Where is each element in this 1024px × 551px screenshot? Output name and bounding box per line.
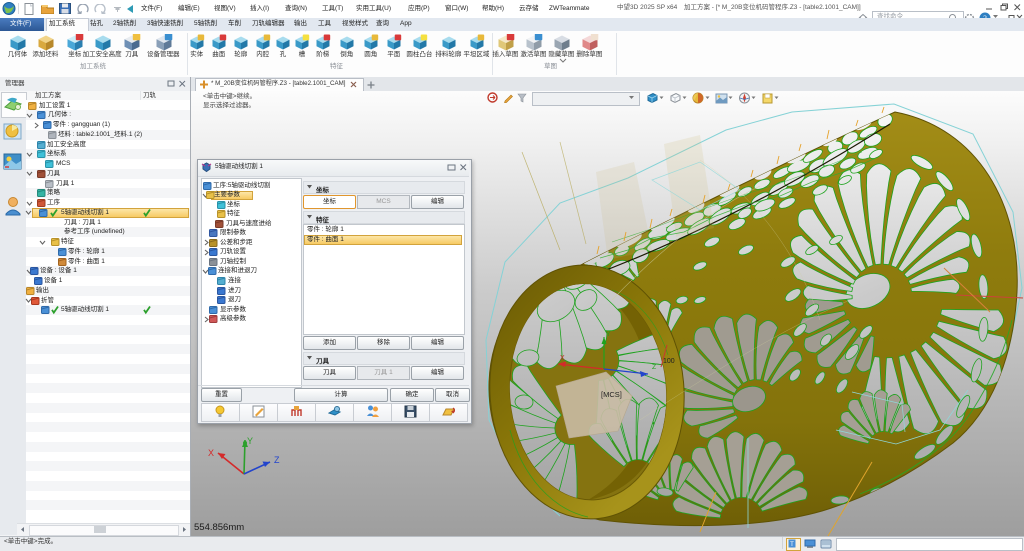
- svg-text:Y: Y: [606, 331, 611, 338]
- svg-text:Z: Z: [274, 455, 280, 465]
- svg-text:X: X: [560, 355, 565, 362]
- svg-text:100: 100: [663, 358, 675, 365]
- svg-text:T: T: [790, 542, 794, 548]
- svg-text:X: X: [208, 448, 214, 458]
- svg-text:[MCS]: [MCS]: [601, 390, 622, 399]
- svg-text:Z: Z: [652, 364, 657, 371]
- svg-text:Y: Y: [247, 436, 253, 446]
